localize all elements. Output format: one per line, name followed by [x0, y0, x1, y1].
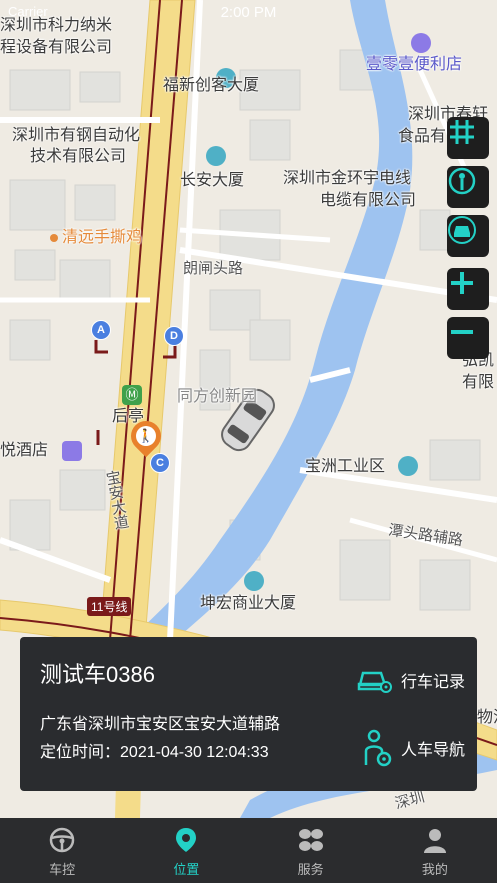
map-label: 深圳市有钢自动化 — [12, 127, 141, 144]
plus-icon — [451, 272, 473, 294]
metro-icon: Ⓜ — [122, 385, 142, 405]
map-label: 物流 — [477, 709, 497, 726]
map-label: 程设备有限公司 — [0, 39, 113, 56]
status-bar: Carrier 2:00 PM — [0, 0, 497, 26]
minus-icon — [451, 330, 473, 334]
driving-record-label: 行车记录 — [400, 674, 465, 691]
bottom-tab-bar: 车控 位置 服务 我的 — [0, 818, 497, 883]
status-time: 2:00 PM — [220, 4, 277, 21]
car-front-icon — [448, 216, 476, 244]
map-label: 技术有限公司 — [30, 148, 127, 165]
tab-label: 我的 — [421, 862, 448, 877]
person-car-nav-button[interactable]: 人车导航 — [357, 729, 465, 767]
map-label: 宝洲工业区 — [305, 458, 386, 475]
location-time: 定位时间：2021-04-30 12:04:33 — [40, 738, 269, 762]
location-time-label: 定位时间： — [40, 744, 121, 761]
vehicle-info-card: 测试车0386 广东省深圳市宝安区宝安大道辅路 定位时间：2021-04-30 … — [20, 637, 477, 791]
map-label: 后亭 — [112, 408, 145, 425]
car-locate-button[interactable] — [447, 215, 489, 257]
building-poi-icon — [206, 146, 226, 166]
building-poi-icon — [244, 571, 264, 591]
grid-dots-icon — [298, 829, 323, 851]
vehicle-name: 测试车0386 — [40, 662, 155, 687]
map-label: 壹零壹便利店 — [366, 56, 463, 73]
map-label: 食品有 — [398, 128, 447, 145]
map-label: 福新创客大厦 — [163, 77, 260, 94]
building-poi-icon — [398, 456, 418, 476]
map-label: 清远手撕鸡 — [50, 227, 142, 249]
map-label: 朗闸头路 — [183, 260, 244, 277]
map-label: 电缆有限公司 — [320, 192, 417, 209]
user-icon — [423, 829, 446, 853]
station-c-marker[interactable]: C — [150, 453, 170, 473]
car-history-icon — [357, 671, 392, 693]
map-label: 悦酒店 — [0, 442, 49, 459]
line-11-badge: 11号线 — [87, 597, 132, 616]
tab-car-control[interactable]: 车控 — [0, 818, 124, 883]
tab-profile[interactable]: 我的 — [373, 818, 497, 883]
map-label: 长安大厦 — [180, 172, 245, 189]
tab-location[interactable]: 位置 — [124, 818, 248, 883]
tab-service[interactable]: 服务 — [249, 818, 373, 883]
person-navigation-icon — [364, 729, 392, 767]
map-label: 深圳市金环宇电线 — [283, 170, 412, 187]
station-d-marker[interactable]: D — [164, 326, 184, 346]
traffic-button[interactable] — [447, 166, 489, 208]
map-label: 同方创新园 — [177, 388, 258, 405]
hotel-poi-icon — [62, 441, 82, 461]
tab-label: 位置 — [173, 862, 200, 877]
station-a-marker[interactable]: A — [91, 320, 111, 340]
grid-icon — [450, 120, 474, 144]
map-label: 有限 — [462, 374, 495, 391]
grid-toggle-button[interactable] — [447, 117, 489, 159]
map-label: 坤宏商业大厦 — [200, 595, 297, 612]
steering-wheel-icon — [49, 827, 75, 853]
zoom-in-button[interactable] — [447, 268, 489, 310]
person-car-nav-label: 人车导航 — [400, 742, 465, 759]
location-pin-icon — [176, 828, 197, 852]
tab-label: 服务 — [297, 862, 324, 877]
zoom-out-button[interactable] — [447, 317, 489, 359]
compass-icon — [448, 167, 476, 195]
vehicle-address: 广东省深圳市宝安区宝安大道辅路 — [40, 716, 281, 733]
driving-record-button[interactable]: 行车记录 — [357, 665, 465, 695]
shop-poi-icon — [411, 33, 431, 53]
tab-label: 车控 — [49, 862, 76, 877]
location-time-value: 2021-04-30 12:04:33 — [120, 744, 269, 761]
